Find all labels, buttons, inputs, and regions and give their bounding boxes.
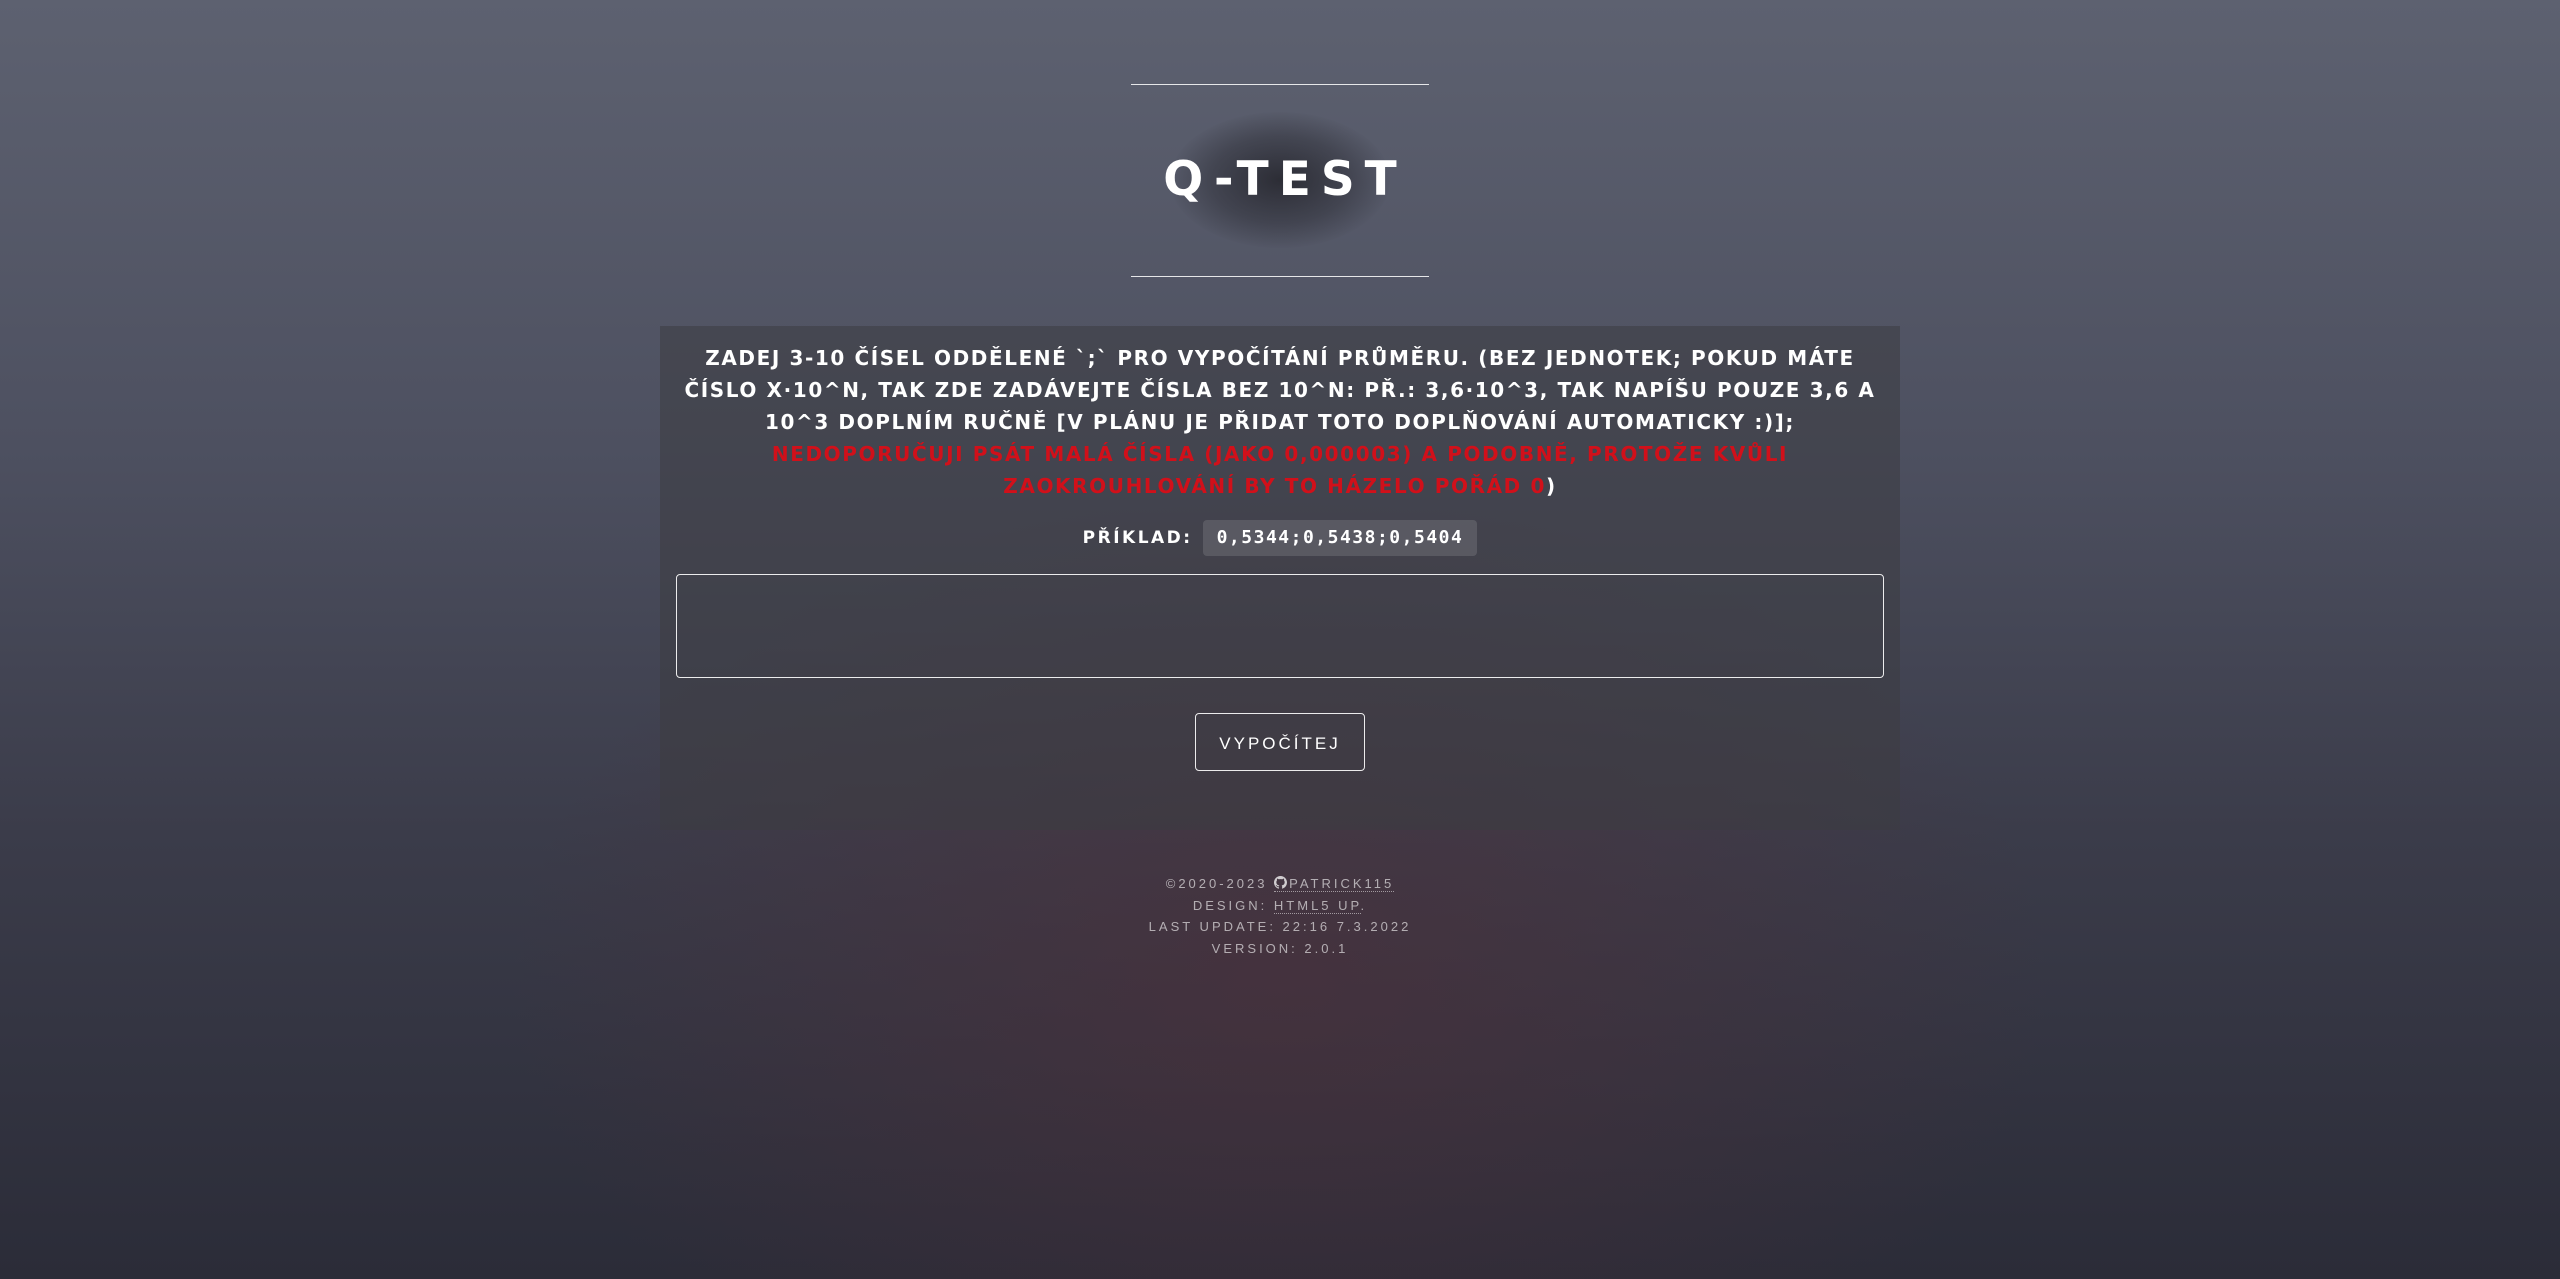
design-link[interactable]: HTML5 UP [1273, 897, 1361, 914]
footer-version: Version: 2.0.1 [1211, 940, 1349, 956]
numbers-input[interactable] [676, 574, 1884, 678]
footer-copyright: ©2020-2023 Patrick115 [0, 873, 2560, 895]
copyright-text: ©2020-2023 [1165, 876, 1268, 891]
example-row: Příklad: 0,5344;0,5438;0,5404 [660, 520, 1900, 556]
author-link[interactable]: Patrick115 [1274, 876, 1395, 892]
footer-last-update: Last Update: 22:16 7.3.2022 [1148, 919, 1412, 934]
design-suffix: . [1360, 897, 1368, 913]
header-top-divider [1131, 84, 1429, 85]
instructions-closing: ) [1545, 474, 1557, 498]
example-code: 0,5344;0,5438;0,5404 [1202, 520, 1478, 556]
site-header: Q-TEST [1131, 84, 1429, 278]
instructions-main: Zadej 3-10 čísel oddělené `;` pro vypočí… [684, 346, 1876, 434]
calculate-button[interactable]: Vypočítej [1195, 713, 1365, 771]
calculator-panel: Zadej 3-10 čísel oddělené `;` pro vypočí… [660, 326, 1900, 830]
author-link-label: Patrick115 [1289, 876, 1395, 891]
example-label: Příklad: [1082, 528, 1193, 548]
header-bottom-divider [1131, 276, 1429, 277]
site-footer: ©2020-2023 Patrick115 Design: HTML5 UP. … [0, 873, 2560, 959]
page-title: Q-TEST [1163, 152, 1407, 207]
instructions-text: Zadej 3-10 čísel oddělené `;` pro vypočí… [676, 342, 1884, 502]
github-icon [1274, 876, 1288, 889]
footer-design: Design: HTML5 UP. [0, 895, 2560, 917]
design-prefix: Design: [1192, 897, 1268, 913]
instructions-warning: Nedoporučuji psát malá čísla (jako 0,000… [771, 442, 1789, 498]
